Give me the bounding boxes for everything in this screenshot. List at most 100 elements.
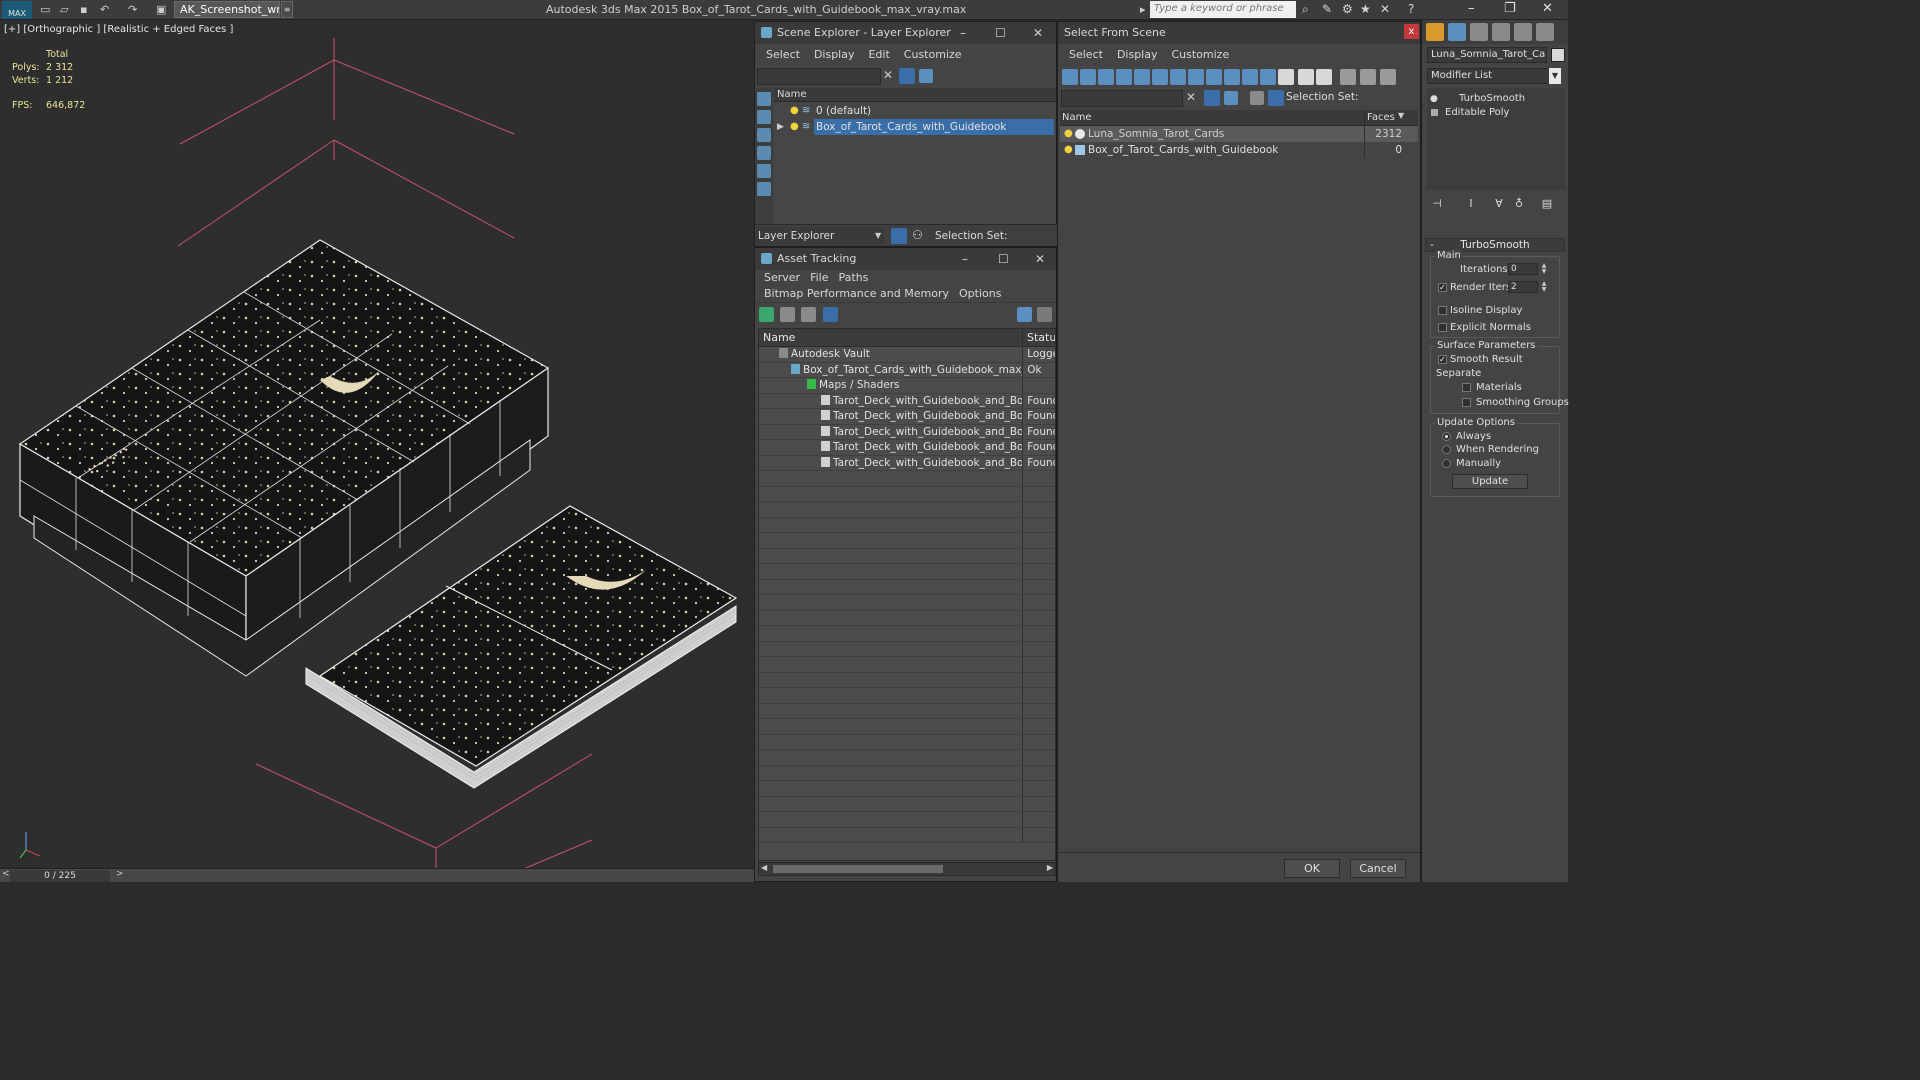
scene-maximize-icon[interactable]: ☐ — [995, 22, 1006, 44]
smoothing-groups-checkbox[interactable] — [1462, 398, 1471, 407]
asset-maximize-icon[interactable]: ☐ — [998, 248, 1009, 270]
time-slider-thumb[interactable]: 0 / 225 — [10, 870, 110, 882]
hierarchy-icon[interactable] — [1268, 90, 1284, 106]
filter-helpers-icon[interactable] — [1134, 69, 1150, 85]
workspace-menu-icon[interactable]: ≡ — [281, 1, 293, 18]
clear-search-icon[interactable]: ✕ — [1186, 90, 1196, 104]
filter-geometry-icon[interactable] — [1062, 69, 1078, 85]
make-unique-icon[interactable]: ∀ — [1493, 197, 1505, 211]
time-slider[interactable]: < 0 / 225 > — [0, 868, 754, 882]
update-manually-radio[interactable] — [1442, 459, 1451, 468]
thumbnail-view-icon[interactable] — [801, 307, 816, 322]
viewport-orthographic[interactable]: ·:·::·:· [+] [Orthographic ] [Realistic … — [0, 20, 754, 868]
table-row[interactable]: ● Luna_Somnia_Tarot_Cards 2312 — [1060, 126, 1418, 142]
display-tab-icon[interactable] — [1514, 23, 1532, 41]
asset-tracking-titlebar[interactable]: Asset Tracking – ☐ ✕ — [755, 248, 1056, 270]
search-expand-icon[interactable]: ▸ — [1140, 3, 1146, 16]
materials-checkbox[interactable] — [1462, 383, 1471, 392]
display-helpers-icon[interactable] — [757, 164, 771, 178]
select-from-scene-titlebar[interactable]: Select From Scene — [1058, 22, 1420, 44]
scroll-right-icon[interactable]: ▶ — [1047, 863, 1053, 872]
table-view-icon[interactable] — [823, 307, 838, 322]
collapse-icon[interactable] — [1380, 69, 1396, 85]
communication-icon[interactable]: ⚙ — [1342, 2, 1353, 16]
asset-close-icon[interactable]: ✕ — [1035, 248, 1045, 270]
search-input[interactable]: Type a keyword or phrase — [1150, 1, 1296, 18]
ok-button[interactable]: OK — [1284, 859, 1340, 878]
table-row[interactable]: Maps / Shaders — [759, 378, 1055, 394]
display-geometry-icon[interactable] — [757, 92, 771, 106]
display-spacewarps-icon[interactable] — [757, 182, 771, 196]
viewport-label[interactable]: [+] [Orthographic ] [Realistic + Edged F… — [4, 24, 233, 35]
table-row[interactable]: Tarot_Deck_with_Guidebook_and_Box_3_re..… — [759, 455, 1055, 471]
display-cameras-icon[interactable] — [757, 146, 771, 160]
menu-options[interactable]: Options — [954, 286, 1006, 302]
filter-bones-icon[interactable] — [1206, 69, 1222, 85]
clear-search-icon[interactable]: ✕ — [883, 68, 893, 82]
object-name-field[interactable]: Luna_Somnia_Tarot_Cards — [1427, 47, 1547, 63]
scene-explorer-titlebar[interactable]: Scene Explorer - Layer Explorer – ☐ ✕ — [755, 22, 1056, 44]
open-file-icon[interactable]: ▱ — [60, 3, 68, 16]
expand-arrow-icon[interactable]: ▶ — [777, 119, 784, 135]
horizontal-scrollbar[interactable]: ◀ ▶ — [758, 862, 1056, 876]
scene-close-icon[interactable]: ✕ — [1033, 22, 1043, 44]
table-row[interactable]: ● Box_of_Tarot_Cards_with_Guidebook 0 — [1060, 142, 1418, 158]
update-button[interactable]: Update — [1452, 474, 1528, 489]
chevron-down-icon[interactable]: ▼ — [875, 227, 881, 245]
menu-customize[interactable]: Customize — [1164, 44, 1236, 66]
scene-search-input[interactable] — [757, 68, 881, 85]
scroll-left-icon[interactable]: ◀ — [761, 863, 767, 872]
isoline-display-checkbox[interactable] — [1438, 306, 1447, 315]
sfs-search-input[interactable] — [1061, 90, 1183, 107]
display-shapes-icon[interactable] — [757, 110, 771, 124]
create-tab-icon[interactable] — [1426, 23, 1444, 41]
select-none-icon[interactable] — [1298, 69, 1314, 85]
stack-item-turbosmooth[interactable]: ● TurboSmooth — [1427, 92, 1565, 106]
smooth-result-checkbox[interactable]: ✓ — [1438, 355, 1447, 364]
filter-hidden-icon[interactable] — [1260, 69, 1276, 85]
filter-xrefs-icon[interactable] — [1188, 69, 1204, 85]
sort-arrow-icon[interactable]: ▼ — [1398, 111, 1404, 120]
motion-tab-icon[interactable] — [1492, 23, 1510, 41]
layer-tools-icon[interactable] — [919, 69, 933, 83]
table-row[interactable]: Tarot_Deck_with_Guidebook_and_Box_3_n...… — [759, 440, 1055, 456]
light-bulb-icon[interactable]: ● — [790, 105, 799, 116]
filter-funnel-icon[interactable] — [1340, 69, 1356, 85]
explicit-normals-checkbox[interactable] — [1438, 323, 1447, 332]
modifier-list-dropdown[interactable]: Modifier List — [1427, 68, 1561, 84]
list-view-icon[interactable] — [780, 307, 795, 322]
display-lights-icon[interactable] — [757, 128, 771, 142]
filter-groups-icon[interactable] — [1170, 69, 1186, 85]
layer-tools-icon[interactable] — [1224, 91, 1238, 105]
filter-icon[interactable] — [899, 68, 915, 84]
time-next-button[interactable]: > — [116, 869, 124, 879]
menu-select[interactable]: Select — [759, 44, 807, 66]
collapse-icon[interactable]: - — [1430, 239, 1434, 251]
app-logo[interactable]: MAX — [2, 1, 32, 19]
redo-icon[interactable]: ↷ — [128, 3, 137, 16]
configure-sets-icon[interactable]: ▤ — [1541, 197, 1553, 211]
layer-row-default[interactable]: ● ≋ 0 (default) — [774, 103, 1056, 119]
select-all-icon[interactable] — [1278, 69, 1294, 85]
menu-select[interactable]: Select — [1062, 44, 1110, 66]
utilities-tab-icon[interactable] — [1536, 23, 1554, 41]
pin-stack-icon[interactable]: ⊣ — [1431, 197, 1443, 211]
render-iters-spinner[interactable]: 2 — [1508, 281, 1538, 293]
light-bulb-icon[interactable]: ● — [1064, 126, 1073, 142]
render-iters-checkbox[interactable]: ✓ — [1438, 283, 1447, 292]
object-color-swatch[interactable] — [1551, 48, 1565, 62]
table-row[interactable]: Tarot_Deck_with_Guidebook_and_Box_3_di..… — [759, 393, 1055, 409]
filter-containers-icon[interactable] — [1224, 69, 1240, 85]
asset-minimize-icon[interactable]: – — [962, 248, 968, 270]
favorites-star-icon[interactable]: ★ — [1360, 2, 1371, 16]
explorer-type-dropdown[interactable]: Layer Explorer — [756, 227, 884, 245]
refresh-icon[interactable] — [759, 307, 774, 322]
time-prev-button[interactable]: < — [2, 869, 10, 879]
new-file-icon[interactable]: ▭ — [40, 3, 50, 16]
chevron-down-icon[interactable]: ▼ — [1549, 68, 1561, 84]
layers-icon[interactable] — [1250, 91, 1264, 105]
light-bulb-icon[interactable]: ● — [790, 121, 799, 132]
stack-item-editable-poly[interactable]: Editable Poly — [1427, 106, 1565, 120]
filter-spacewarps-icon[interactable] — [1152, 69, 1168, 85]
filter-lights-icon[interactable] — [1098, 69, 1114, 85]
